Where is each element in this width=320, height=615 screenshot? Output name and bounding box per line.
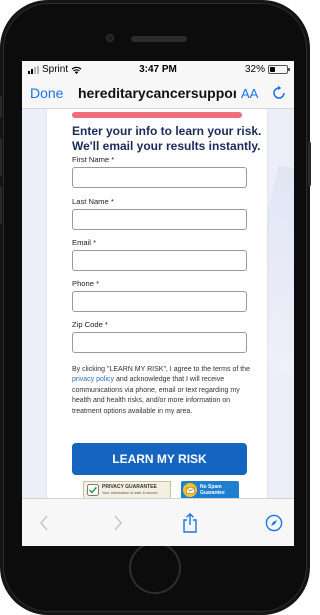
privacy-guarantee-badge: PRIVACY GUARANTEE Your information is sa…	[83, 481, 171, 498]
url-display[interactable]: hereditarycancersupport	[74, 85, 236, 101]
zip-code-label: Zip Code *	[72, 320, 108, 329]
phone-label: Phone *	[72, 279, 100, 288]
envelope-icon	[183, 483, 197, 497]
volume-up-button	[0, 138, 2, 176]
home-button[interactable]	[129, 542, 181, 594]
zip-code-input[interactable]	[72, 332, 247, 353]
phone-frame: Sprint 3:47 PM 32% Done hereditarycancer…	[0, 0, 311, 615]
consent-disclaimer: By clicking "LEARN MY RISK", I agree to …	[72, 365, 250, 417]
battery-level-fill	[270, 67, 275, 72]
phone-screen: Sprint 3:47 PM 32% Done hereditarycancer…	[22, 61, 294, 546]
battery-icon	[268, 65, 290, 74]
web-page: Enter your info to learn your risk. We'l…	[22, 109, 294, 498]
privacy-policy-link[interactable]: privacy policy	[72, 376, 114, 383]
forward-arrow-icon[interactable]	[108, 513, 128, 533]
compass-icon[interactable]	[264, 513, 284, 533]
url-text: hereditarycancersupport	[78, 85, 236, 101]
front-camera	[106, 34, 114, 42]
checkmark-shield-icon	[87, 484, 99, 496]
text-size-button[interactable]: AA	[241, 86, 258, 101]
earpiece-speaker	[131, 36, 187, 42]
status-bar: Sprint 3:47 PM 32%	[22, 61, 294, 79]
first-name-label: First Name *	[72, 155, 115, 164]
accent-strip	[72, 112, 242, 118]
privacy-guarantee-subtitle: Your information is safe & secure	[102, 491, 158, 495]
email-label: Email *	[72, 238, 97, 247]
browser-toolbar	[22, 498, 294, 546]
done-button[interactable]: Done	[30, 85, 63, 101]
mute-switch	[0, 96, 2, 118]
disclaimer-text-start: By clicking "LEARN MY RISK", I agree to …	[72, 366, 250, 373]
no-spam-badge: No Spam Guarantee	[181, 481, 239, 498]
first-name-input[interactable]	[72, 167, 247, 188]
back-arrow-icon[interactable]	[34, 513, 54, 533]
volume-down-button	[0, 186, 2, 224]
learn-my-risk-button[interactable]: LEARN MY RISK	[72, 443, 247, 475]
last-name-label: Last Name *	[72, 197, 114, 206]
reload-icon[interactable]	[271, 85, 287, 101]
email-input[interactable]	[72, 250, 247, 271]
battery-percent: 32%	[244, 64, 265, 75]
power-button	[308, 142, 311, 186]
browser-address-bar: Done hereditarycancersupport AA	[22, 79, 294, 109]
phone-input[interactable]	[72, 291, 247, 312]
form-heading: Enter your info to learn your risk. We'l…	[72, 124, 262, 153]
share-icon[interactable]	[180, 513, 200, 533]
last-name-input[interactable]	[72, 209, 247, 230]
no-spam-line2: Guarantee	[200, 490, 225, 496]
text-size-label: AA	[241, 86, 259, 101]
status-right: 32%	[244, 64, 290, 75]
lead-form-card: Enter your info to learn your risk. We'l…	[47, 109, 267, 498]
